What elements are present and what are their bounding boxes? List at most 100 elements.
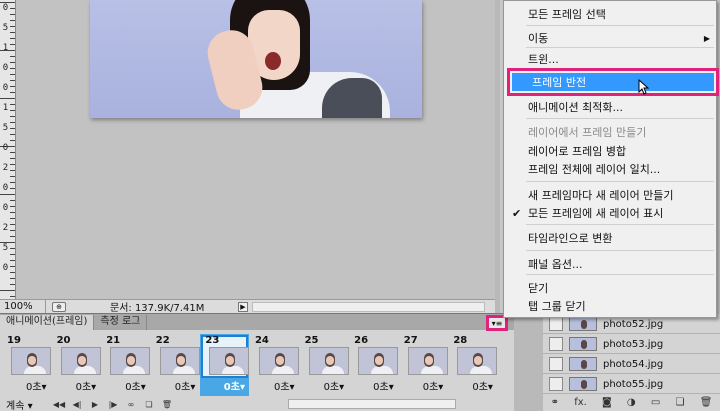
tween-icon[interactable]: ∞ — [124, 399, 138, 410]
layer-row[interactable]: photo55.jpg — [543, 375, 720, 394]
menu-item-reverse-frames[interactable]: 프레임 반전 — [507, 68, 719, 96]
frame-delay[interactable]: 0초▾ — [324, 378, 345, 393]
frame-scrollbar[interactable] — [288, 399, 456, 409]
menu-item[interactable]: 프레임 전체에 레이어 일치... — [504, 161, 716, 179]
checkmark-icon: ✔ — [512, 207, 522, 220]
frame[interactable]: 25 0초▾ — [300, 334, 349, 396]
frame-thumbnail — [358, 347, 399, 375]
next-frame-icon[interactable]: |▶ — [106, 399, 120, 410]
frame-delay[interactable]: 0초▾ — [274, 378, 295, 393]
frame-number: 21 — [106, 335, 121, 346]
frame-delay[interactable]: 0초▾ — [224, 378, 245, 393]
menu-item[interactable]: 닫기 — [504, 280, 716, 298]
frame-delay[interactable]: 0초▾ — [472, 378, 493, 393]
frame[interactable]: 27 0초▾ — [399, 334, 448, 396]
tab-animation[interactable]: 애니메이션(프레임) — [0, 315, 95, 330]
visibility-toggle-icon[interactable] — [549, 337, 563, 351]
visibility-toggle-icon[interactable] — [549, 377, 563, 391]
vertical-ruler: 05100150200250 — [0, 0, 16, 300]
loop-select[interactable]: 계속 ▾ — [0, 397, 52, 411]
menu-item-label: 타임라인으로 변환 — [528, 232, 613, 245]
layer-row[interactable]: photo54.jpg — [543, 355, 720, 374]
menu-item-label: 모든 프레임 선택 — [528, 8, 606, 21]
ruler-label: 0 — [2, 263, 9, 273]
tab-measurement-log[interactable]: 측정 로그 — [94, 315, 148, 330]
frame[interactable]: 22 0초▾ — [151, 334, 200, 396]
frame-thumbnail — [209, 347, 250, 375]
visibility-toggle-icon[interactable] — [549, 357, 563, 371]
frame-number: 28 — [453, 335, 468, 346]
frame-delay[interactable]: 0초▾ — [175, 378, 196, 393]
frame[interactable]: 28 0초▾ — [448, 334, 498, 396]
layer-thumbnail — [569, 377, 597, 391]
status-menu-arrow-icon[interactable]: ▶ — [238, 301, 248, 312]
frame[interactable]: 24 0초▾ — [250, 334, 299, 396]
fx-button[interactable]: fx. — [574, 397, 587, 408]
menu-item[interactable]: 새 프레임마다 새 레이어 만들기 — [504, 187, 716, 205]
mouse-cursor-icon — [638, 79, 650, 95]
play-icon[interactable]: ▶ — [88, 399, 102, 410]
frame-strip: 19 0초▾ 20 0초▾ 21 0초▾ 22 0초▾ 23 0초▾ 24 0초▾ 25 0초▾ 26 0초▾… — [2, 334, 498, 396]
adjustment-icon[interactable]: ◑ — [627, 397, 636, 408]
trash-icon[interactable]: 🗑 — [700, 397, 713, 408]
zoom-icon[interactable]: ⊕ — [52, 301, 66, 312]
frame-delay[interactable]: 0초▾ — [76, 378, 97, 393]
frame-number: 19 — [7, 335, 21, 346]
frame[interactable]: 21 0초▾ — [101, 334, 151, 396]
menu-item[interactable]: 패널 옵션... — [504, 256, 716, 274]
horizontal-scrollbar[interactable] — [252, 301, 485, 312]
frame-delay[interactable]: 0초▾ — [125, 378, 146, 393]
frame[interactable]: 26 0초▾ — [349, 334, 399, 396]
menu-item-label: 프레임 반전 — [532, 76, 587, 89]
ruler-label: 0 — [2, 83, 9, 93]
folder-icon[interactable]: ▭ — [651, 397, 660, 408]
frame-selected[interactable]: 23 0초▾ — [200, 334, 250, 396]
frame-thumbnail — [308, 347, 349, 375]
delete-frame-icon[interactable]: 🗑 — [160, 399, 174, 410]
frame-number: 24 — [254, 335, 269, 346]
document-canvas[interactable] — [16, 0, 495, 300]
new-layer-icon[interactable]: ❏ — [676, 397, 685, 408]
menu-item[interactable]: 애니메이션 최적화... — [504, 99, 716, 117]
menu-item[interactable]: 이동 ▶ — [504, 30, 716, 48]
menu-item[interactable]: 모든 프레임 선택 — [504, 6, 716, 24]
menu-item[interactable]: ✔ 모든 프레임에 새 레이어 표시 — [504, 205, 716, 223]
submenu-arrow-icon: ▶ — [703, 34, 710, 43]
menu-item[interactable]: 트윈... — [504, 51, 716, 69]
mask-icon[interactable]: ◙ — [602, 397, 612, 408]
layer-thumbnail — [569, 337, 597, 351]
menu-item[interactable]: 탭 그룹 닫기 — [504, 298, 716, 316]
zoom-level[interactable]: 100% — [0, 300, 46, 313]
frame-number: 23 — [205, 335, 220, 346]
layer-name: photo53.jpg — [603, 338, 664, 350]
ruler-tick — [0, 98, 15, 99]
menu-separator — [526, 224, 714, 225]
frame-number: 26 — [354, 335, 369, 346]
frame-delay[interactable]: 0초▾ — [373, 378, 394, 393]
ruler-label: 0 — [2, 143, 9, 153]
frame[interactable]: 19 0초▾ — [2, 334, 51, 396]
menu-separator — [526, 118, 714, 119]
menu-item-label: 애니메이션 최적화... — [528, 101, 623, 114]
menu-item-label: 탭 그룹 닫기 — [528, 300, 586, 313]
frame[interactable]: 20 0초▾ — [52, 334, 101, 396]
menu-item[interactable]: 레이어로 프레임 병합 — [504, 143, 716, 161]
layer-row[interactable]: photo53.jpg — [543, 335, 720, 354]
layers-footer: ⚭ fx. ◙ ◑ ▭ ❏ 🗑 — [543, 394, 720, 411]
layers-panel: photo52.jpg photo53.jpg photo54.jpg photo55… — [543, 314, 720, 411]
previous-frame-icon[interactable]: ◀| — [70, 399, 84, 410]
frame-number: 27 — [403, 335, 418, 346]
ruler-label: 0 — [2, 63, 9, 73]
ruler-label: 0 — [2, 183, 9, 193]
link-icon[interactable]: ⚭ — [551, 397, 559, 408]
document-info: 문서: 137.9K/7.41M — [110, 303, 205, 314]
menu-item-label: 트윈... — [528, 53, 559, 66]
frame-delay[interactable]: 0초▾ — [26, 378, 47, 393]
duplicate-frame-icon[interactable]: ❏ — [142, 399, 156, 410]
frame-delay[interactable]: 0초▾ — [423, 378, 444, 393]
first-frame-icon[interactable]: ◀◀ — [52, 399, 66, 410]
menu-item[interactable]: 타임라인으로 변환 — [504, 230, 716, 248]
visibility-toggle-icon[interactable] — [549, 317, 563, 331]
frame-number: 22 — [155, 335, 170, 346]
photo-image — [90, 0, 422, 118]
